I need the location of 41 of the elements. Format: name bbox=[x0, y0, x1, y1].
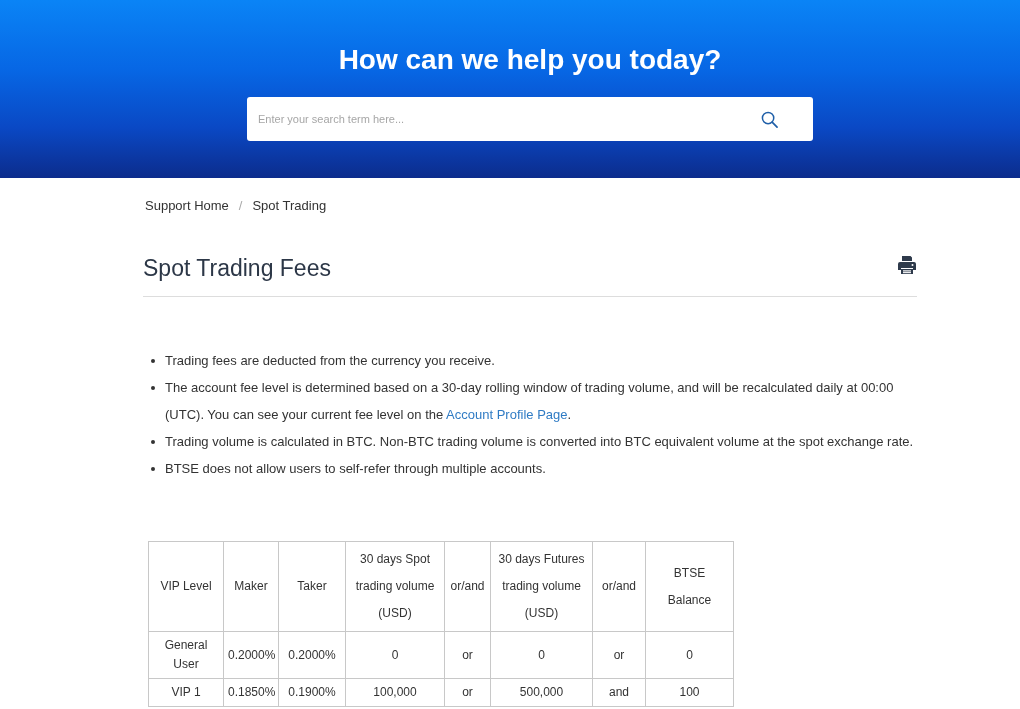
breadcrumb-separator: / bbox=[238, 198, 243, 214]
table-cell: 0 bbox=[345, 631, 445, 679]
table-cell: and bbox=[592, 678, 646, 707]
table-cell: VIP 1 bbox=[148, 678, 224, 707]
table-cell: 0 bbox=[490, 631, 593, 679]
table-cell: General User bbox=[148, 631, 224, 679]
table-cell: 0.2000% bbox=[278, 631, 346, 679]
breadcrumb-link[interactable]: Support Home bbox=[145, 198, 229, 214]
bullet-text: Trading fees are deducted from the currency you receive. bbox=[165, 352, 496, 370]
table-header-cell: Taker bbox=[278, 541, 346, 632]
table-cell: 100 bbox=[645, 678, 734, 707]
bullet-text: The account fee level is determined based on a 30-day rolling window of trading volume, and will be recalculated daily at 00:00 (UTC). You can see your current fee level on the Account Profile Page. bbox=[165, 379, 895, 424]
table-cell: or bbox=[592, 631, 646, 679]
bullet-icon bbox=[151, 440, 155, 444]
bullet-text: Trading volume is calculated in BTC. Non-BTC trading volume is converted into BTC equivalent volume at the spot exchange rate. bbox=[165, 433, 915, 451]
bullet-icon bbox=[151, 386, 155, 390]
profile-link[interactable]: Account Profile Page bbox=[446, 407, 568, 422]
search-icon[interactable] bbox=[761, 111, 778, 128]
print-icon[interactable] bbox=[897, 255, 917, 275]
breadcrumb-link[interactable]: Spot Trading bbox=[252, 198, 327, 214]
table-header-cell: Maker bbox=[223, 541, 279, 632]
table-cell: 0.1850% bbox=[223, 678, 279, 707]
table-header-cell: 30 days Futures trading volume (USD) bbox=[490, 541, 593, 632]
article-title: Spot Trading Fees bbox=[143, 254, 331, 283]
table-header-cell: or/and bbox=[592, 541, 646, 632]
search-field[interactable]: Enter your search term here... bbox=[247, 97, 813, 141]
table-header-cell: or/and bbox=[444, 541, 491, 632]
table-header-cell: VIP Level bbox=[148, 541, 224, 632]
bullet-icon bbox=[151, 359, 155, 363]
table-header-cell: 30 days Spot trading volume (USD) bbox=[345, 541, 445, 632]
bullet-text: BTSE does not allow users to self-refer through multiple accounts. bbox=[165, 460, 547, 478]
table-cell: 100,000 bbox=[345, 678, 445, 707]
table-cell: 0.1900% bbox=[278, 678, 346, 707]
table-cell: 500,000 bbox=[490, 678, 593, 707]
table-cell: or bbox=[444, 678, 491, 707]
table-header-cell: BTSE Balance bbox=[645, 541, 734, 632]
table-cell: 0.2000% bbox=[223, 631, 279, 679]
hero-title: How can we help you today? bbox=[338, 43, 722, 77]
bullet-icon bbox=[151, 467, 155, 471]
table-cell: 0 bbox=[645, 631, 734, 679]
table-cell: or bbox=[444, 631, 491, 679]
